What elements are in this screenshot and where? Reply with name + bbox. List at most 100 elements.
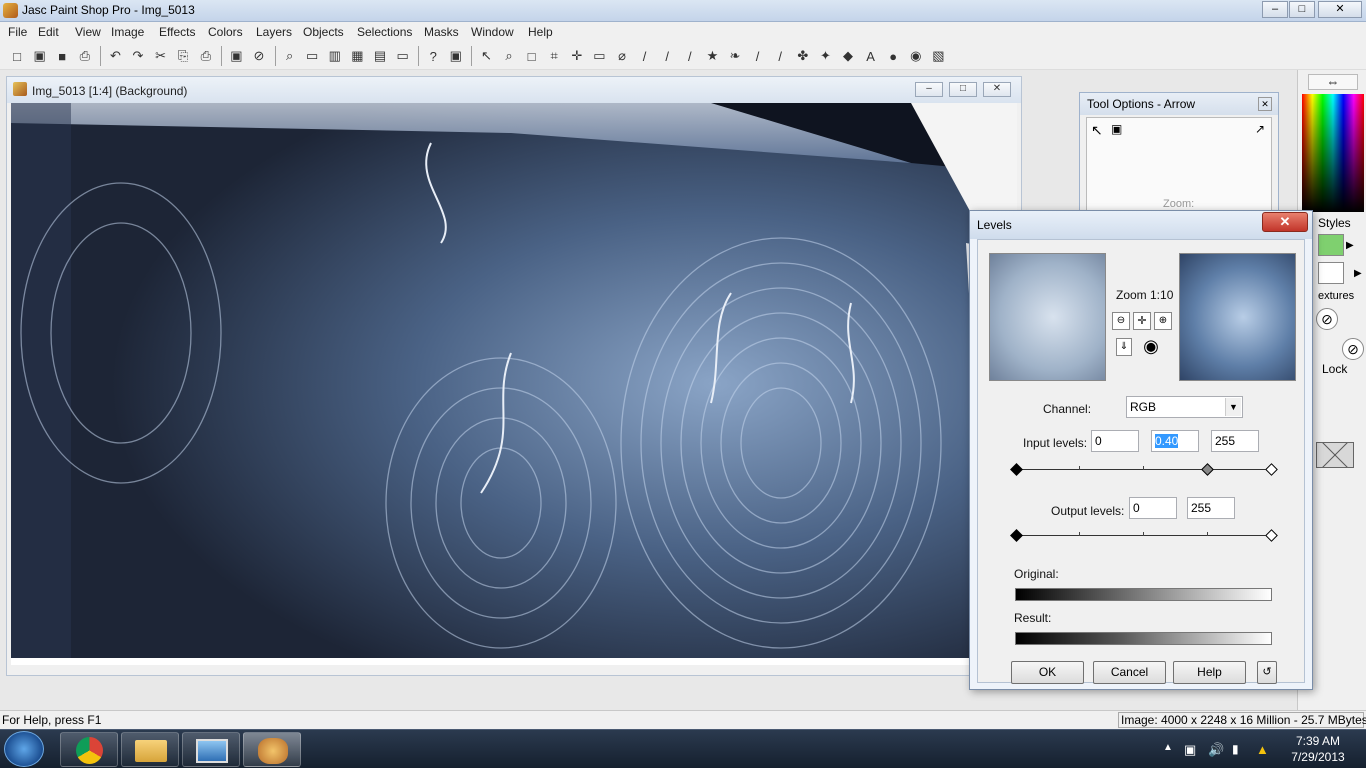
pan-icon[interactable]: ✛ bbox=[1133, 312, 1151, 330]
original-preview[interactable] bbox=[989, 253, 1106, 381]
menu-window[interactable]: Window bbox=[471, 25, 514, 39]
levels-dialog[interactable]: Levels ✕ Zoom 1:10 ⊖ ✛ ⊕ ⇓ ◉ Channel: RG… bbox=[969, 210, 1313, 690]
menu-effects[interactable]: Effects bbox=[159, 25, 195, 39]
clock-time[interactable]: 7:39 AM bbox=[1282, 734, 1354, 748]
deform-icon[interactable]: □ bbox=[523, 47, 541, 65]
zoom-in-icon[interactable]: ⊕ bbox=[1154, 312, 1172, 330]
minimize-button[interactable]: – bbox=[1262, 1, 1288, 18]
tool-options-palette[interactable]: Tool Options - Arrow ✕ ↖ ▣ ↗ Zoom: bbox=[1079, 92, 1279, 213]
clone-icon[interactable]: / bbox=[681, 47, 699, 65]
image-window-header[interactable]: Img_5013 [1:4] (Background) – □ ✕ bbox=[7, 77, 1021, 103]
menu-layers[interactable]: Layers bbox=[256, 25, 292, 39]
eraser-icon[interactable]: / bbox=[771, 47, 789, 65]
menu-colors[interactable]: Colors bbox=[208, 25, 243, 39]
ok-button[interactable]: OK bbox=[1011, 661, 1084, 684]
style-arrow-icon-2[interactable]: ▶ bbox=[1354, 268, 1362, 279]
image-minimize-button[interactable]: – bbox=[915, 82, 943, 97]
retouch-icon[interactable]: ❧ bbox=[726, 47, 744, 65]
preset-shapes-icon[interactable]: ◉ bbox=[907, 47, 925, 65]
layers-icon[interactable]: ▤ bbox=[371, 47, 389, 65]
copy-icon[interactable]: ⎘ bbox=[174, 47, 192, 65]
zoom-out-icon[interactable]: ⊖ bbox=[1112, 312, 1130, 330]
tool-options-close-icon[interactable]: ✕ bbox=[1258, 97, 1272, 111]
input-gamma-field[interactable]: 0.40 bbox=[1151, 430, 1199, 452]
taskbar-image-viewer[interactable] bbox=[182, 732, 240, 767]
flood-fill-icon[interactable]: ◆ bbox=[839, 47, 857, 65]
taskbar-file-explorer[interactable] bbox=[121, 732, 179, 767]
histogram-icon[interactable]: ▦ bbox=[348, 47, 366, 65]
image-window[interactable]: Img_5013 [1:4] (Background) – □ ✕ bbox=[6, 76, 1022, 676]
close-button[interactable]: ✕ bbox=[1318, 1, 1362, 18]
object-selector-icon[interactable]: ▧ bbox=[929, 47, 947, 65]
background-style-swatch[interactable] bbox=[1318, 262, 1344, 284]
text-icon[interactable]: A bbox=[862, 47, 880, 65]
levels-dialog-header[interactable]: Levels ✕ bbox=[970, 211, 1312, 239]
channel-select[interactable]: RGB ▼ bbox=[1126, 396, 1243, 418]
taskbar-chrome[interactable] bbox=[60, 732, 118, 767]
menu-file[interactable]: File bbox=[8, 25, 27, 39]
input-white-handle[interactable] bbox=[1265, 463, 1278, 476]
tool-options-header[interactable]: Tool Options - Arrow ✕ bbox=[1080, 93, 1278, 115]
toolbar-icon[interactable]: ▭ bbox=[394, 47, 412, 65]
clock-date[interactable]: 7/29/2013 bbox=[1282, 750, 1354, 764]
freehand-icon[interactable]: ⌀ bbox=[613, 47, 631, 65]
draw-icon[interactable]: ● bbox=[884, 47, 902, 65]
menu-image[interactable]: Image bbox=[111, 25, 144, 39]
paste-icon[interactable]: ⎙ bbox=[197, 47, 215, 65]
menu-selections[interactable]: Selections bbox=[357, 25, 412, 39]
menu-help[interactable]: Help bbox=[528, 25, 553, 39]
preview-toggle-icon[interactable]: ⇓ bbox=[1116, 338, 1132, 356]
swap-colors-icon[interactable]: ⇔ bbox=[1308, 74, 1358, 90]
browse-icon[interactable]: ▣ bbox=[227, 47, 245, 65]
new-icon[interactable]: □ bbox=[8, 47, 26, 65]
zoom-icon[interactable]: ⌕ bbox=[281, 47, 299, 65]
palette-icon[interactable]: ▥ bbox=[326, 47, 344, 65]
network-icon[interactable]: ▮ bbox=[1232, 742, 1239, 756]
input-gamma-handle[interactable] bbox=[1201, 463, 1215, 476]
crop-icon[interactable]: ⌗ bbox=[545, 47, 563, 65]
auto-proof-eye-icon[interactable]: ◉ bbox=[1136, 337, 1166, 356]
maximize-button[interactable]: □ bbox=[1289, 1, 1315, 18]
style-arrow-icon[interactable]: ▶ bbox=[1346, 240, 1354, 251]
help-icon[interactable]: ? bbox=[424, 47, 442, 65]
print-icon[interactable]: ⎙ bbox=[76, 47, 94, 65]
open-icon[interactable]: ▣ bbox=[31, 47, 49, 65]
menu-objects[interactable]: Objects bbox=[303, 25, 344, 39]
no-texture-icon-2[interactable]: ⊘ bbox=[1342, 338, 1364, 360]
input-white-field[interactable]: 255 bbox=[1211, 430, 1259, 452]
taskbar-paint-shop-pro[interactable] bbox=[243, 732, 301, 767]
menu-edit[interactable]: Edit bbox=[38, 25, 59, 39]
volume-icon[interactable]: 🔊 bbox=[1208, 742, 1224, 758]
cancel-button[interactable]: Cancel bbox=[1093, 661, 1166, 684]
output-white-field[interactable]: 255 bbox=[1187, 497, 1235, 519]
google-drive-icon[interactable]: ▲ bbox=[1256, 742, 1269, 757]
windows-start-icon[interactable] bbox=[4, 731, 44, 767]
chevron-down-icon[interactable]: ▼ bbox=[1225, 398, 1241, 416]
foreground-style-swatch[interactable] bbox=[1318, 234, 1344, 256]
cancel-icon[interactable]: ⊘ bbox=[250, 47, 268, 65]
lock-swatch[interactable] bbox=[1316, 442, 1354, 468]
arrow-tool-icon[interactable]: ↖ bbox=[477, 47, 495, 65]
output-white-handle[interactable] bbox=[1265, 529, 1278, 542]
result-preview[interactable] bbox=[1179, 253, 1296, 381]
picture-tube-icon[interactable]: ✤ bbox=[794, 47, 812, 65]
selection-icon[interactable]: ▭ bbox=[590, 47, 608, 65]
scratch-icon[interactable]: / bbox=[749, 47, 767, 65]
levels-close-button[interactable]: ✕ bbox=[1262, 212, 1308, 232]
overview-icon[interactable]: ▭ bbox=[303, 47, 321, 65]
app-icon[interactable] bbox=[3, 3, 18, 18]
menu-view[interactable]: View bbox=[75, 25, 101, 39]
output-black-field[interactable]: 0 bbox=[1129, 497, 1177, 519]
color-picker[interactable] bbox=[1302, 94, 1364, 212]
save-icon[interactable]: ■ bbox=[53, 47, 71, 65]
show-hidden-icons-icon[interactable]: ▲ bbox=[1163, 742, 1173, 753]
help-button[interactable]: Help bbox=[1173, 661, 1246, 684]
dropper-icon[interactable]: / bbox=[636, 47, 654, 65]
airbrush-icon[interactable]: ✦ bbox=[816, 47, 834, 65]
undo-icon[interactable]: ↶ bbox=[106, 47, 124, 65]
device-icon[interactable]: ▣ bbox=[1184, 742, 1196, 758]
pin-icon[interactable]: ↗ bbox=[1255, 122, 1265, 136]
paintbrush-icon[interactable]: / bbox=[658, 47, 676, 65]
zoom-tool-icon[interactable]: ⌕ bbox=[500, 47, 518, 65]
no-texture-icon[interactable]: ⊘ bbox=[1316, 308, 1338, 330]
